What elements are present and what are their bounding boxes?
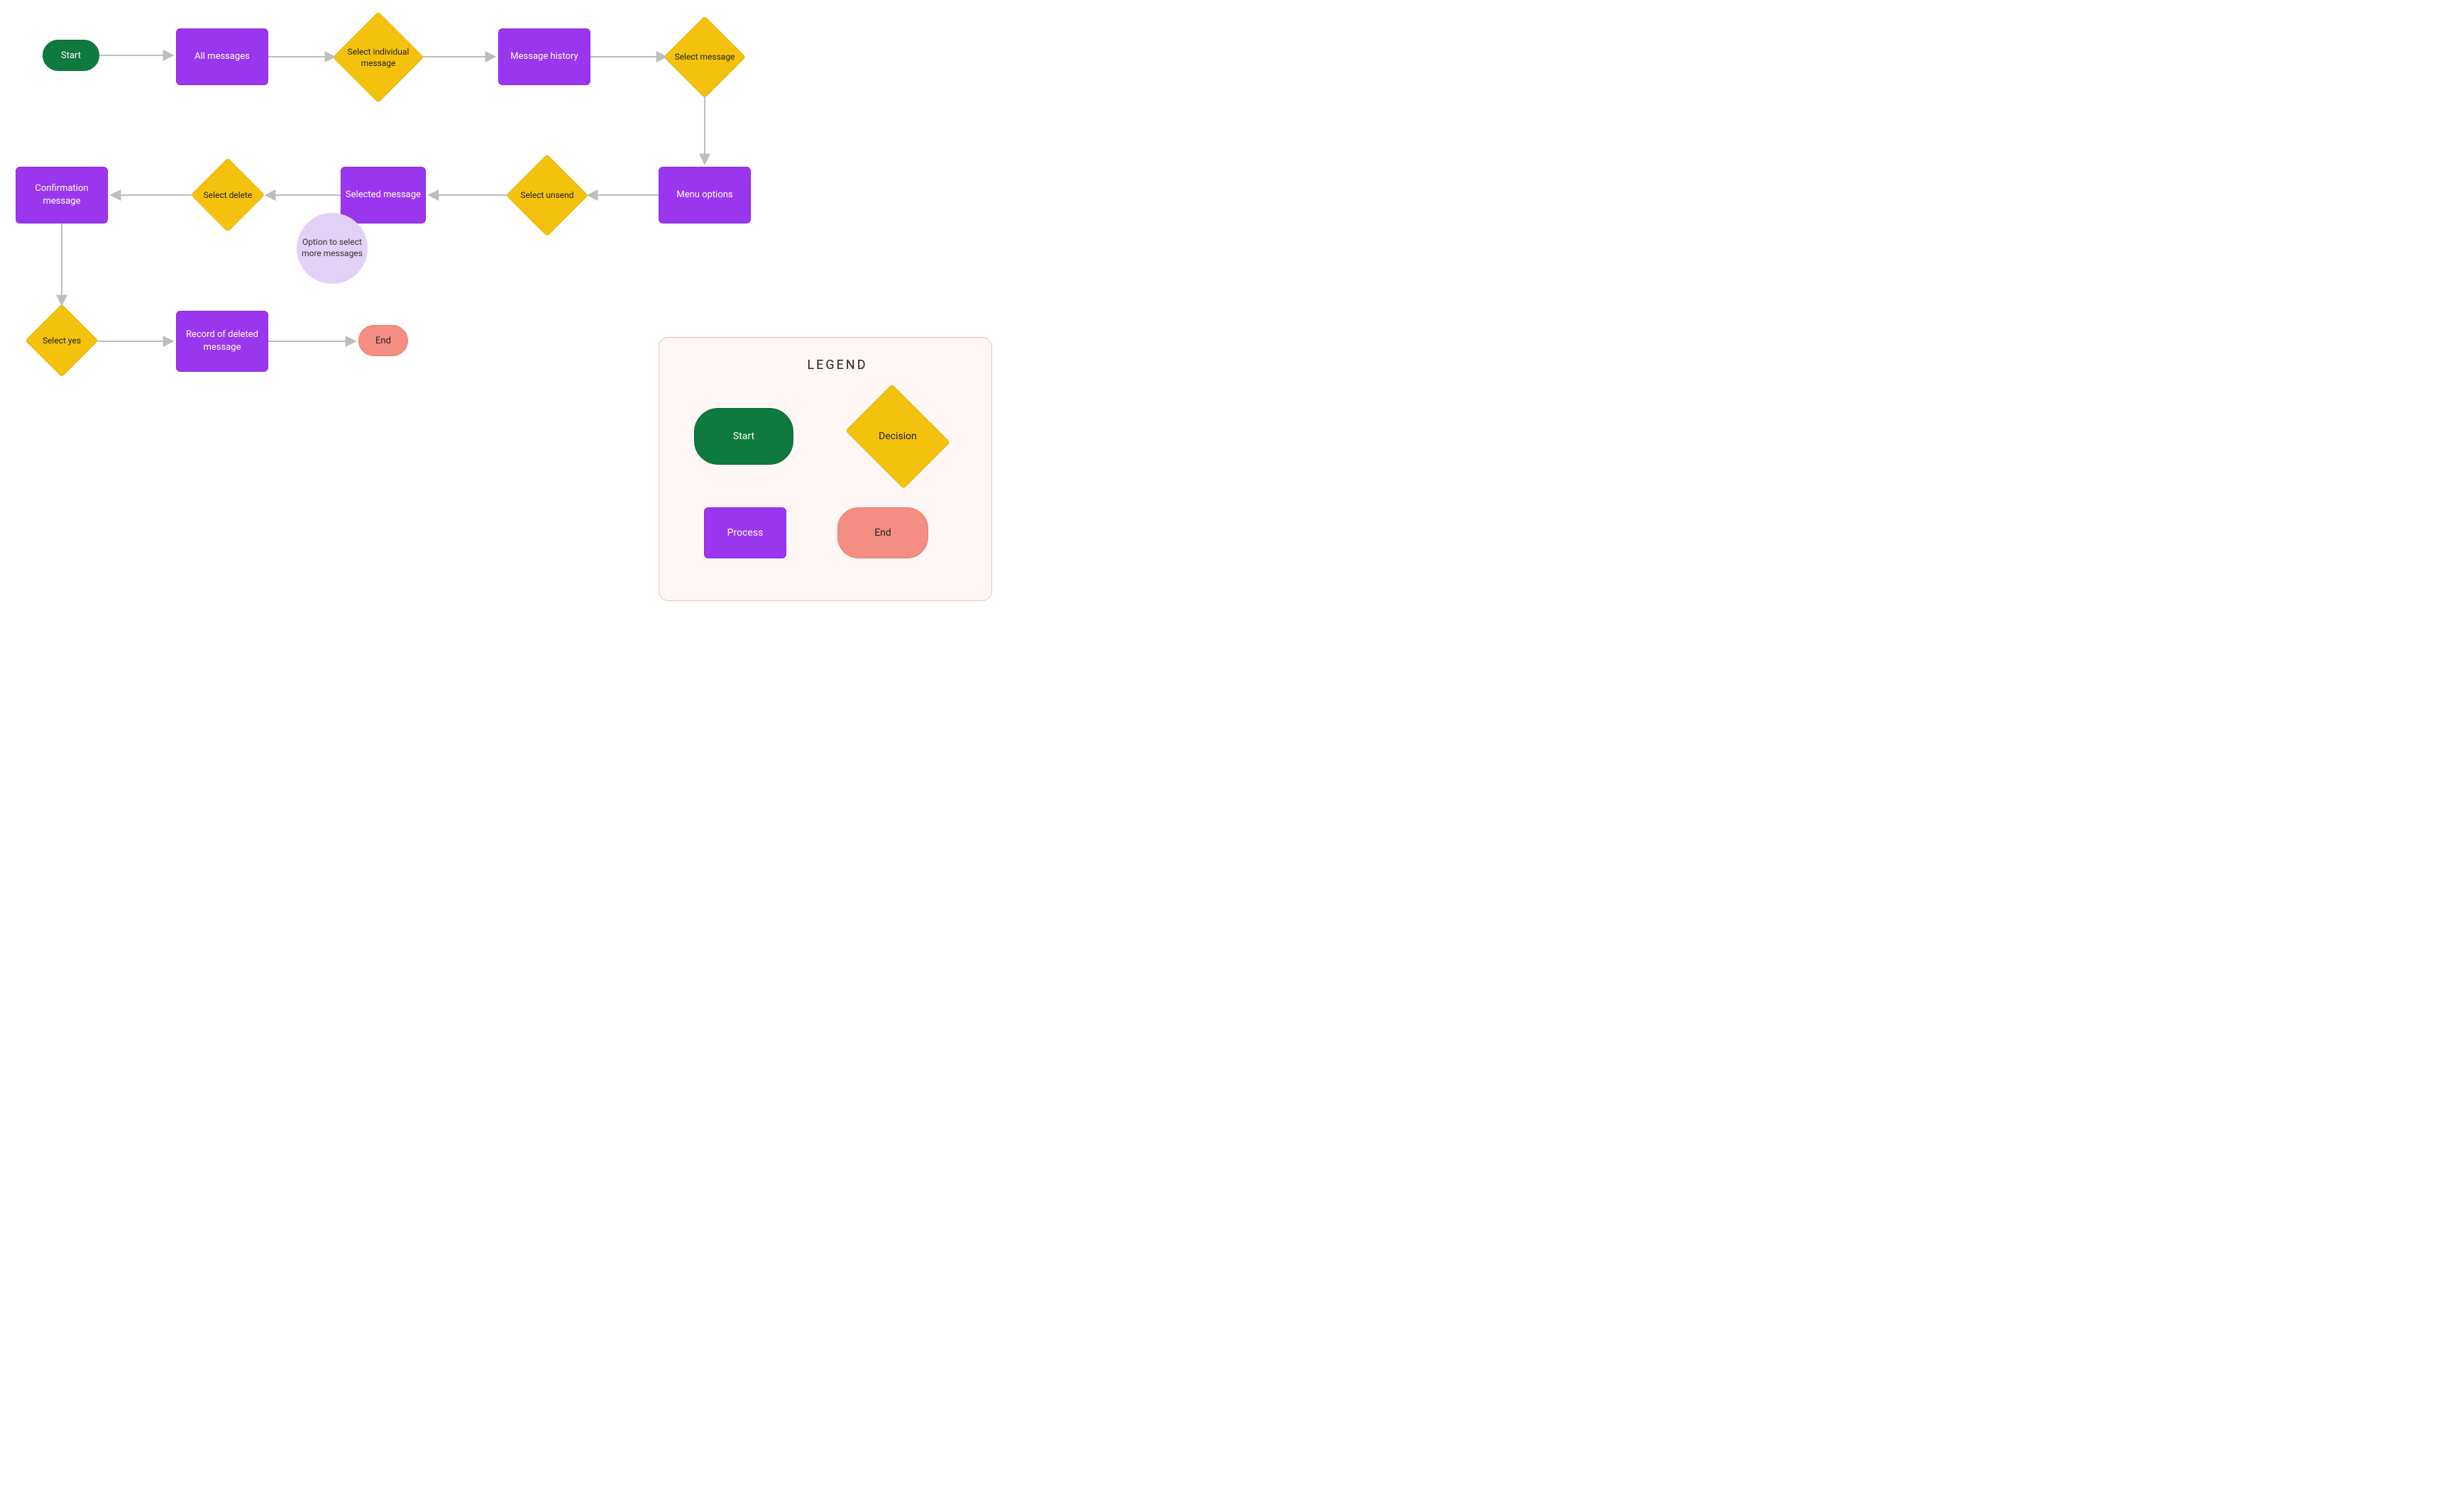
record-deleted-label: Record of deleted message [177, 329, 268, 353]
legend-decision-shape: Decision [841, 391, 955, 482]
legend-title-text: LEGEND [807, 358, 867, 373]
legend-start-shape: Start [694, 408, 793, 465]
legend-start-label: Start [733, 431, 754, 442]
selected-message-label: Selected message [346, 189, 421, 202]
legend-end-shape: End [837, 507, 928, 558]
legend-process-label: Process [727, 526, 764, 540]
process-message-history: Message history [498, 28, 590, 85]
process-record-deleted: Record of deleted message [176, 311, 268, 372]
select-message-label: Select message [671, 51, 739, 62]
decision-select-delete: Select delete [192, 159, 264, 231]
start-label: Start [61, 50, 81, 61]
process-menu-options: Menu options [659, 167, 751, 224]
select-unsend-label: Select unsend [516, 189, 578, 201]
note-option-select-more: Option to select more messages [297, 213, 368, 284]
process-all-messages: All messages [176, 28, 268, 85]
legend-decision-label: Decision [874, 430, 921, 443]
end-label: End [375, 336, 391, 346]
process-confirmation-message: Confirmation message [16, 167, 108, 224]
select-delete-label: Select delete [199, 189, 257, 201]
note-option-more-label: Option to select more messages [297, 237, 367, 259]
menu-options-label: Menu options [676, 189, 732, 202]
message-history-label: Message history [510, 50, 578, 63]
select-yes-label: Select yes [38, 335, 85, 346]
legend-end-label: End [874, 527, 891, 539]
all-messages-label: All messages [194, 50, 250, 63]
legend-title: LEGEND [795, 355, 880, 375]
end-node: End [358, 325, 408, 356]
start-node: Start [43, 40, 99, 71]
select-individual-message-label: Select individual message [334, 46, 423, 69]
decision-select-unsend: Select unsend [507, 155, 587, 235]
confirmation-message-label: Confirmation message [16, 182, 107, 207]
decision-select-yes: Select yes [26, 305, 97, 376]
flowchart-canvas: Start All messages Select individual mes… [0, 0, 1022, 629]
decision-select-individual-message: Select individual message [334, 13, 423, 102]
decision-select-message: Select message [665, 17, 744, 96]
legend-process-shape: Process [704, 507, 786, 558]
process-selected-message: Selected message [341, 167, 426, 224]
